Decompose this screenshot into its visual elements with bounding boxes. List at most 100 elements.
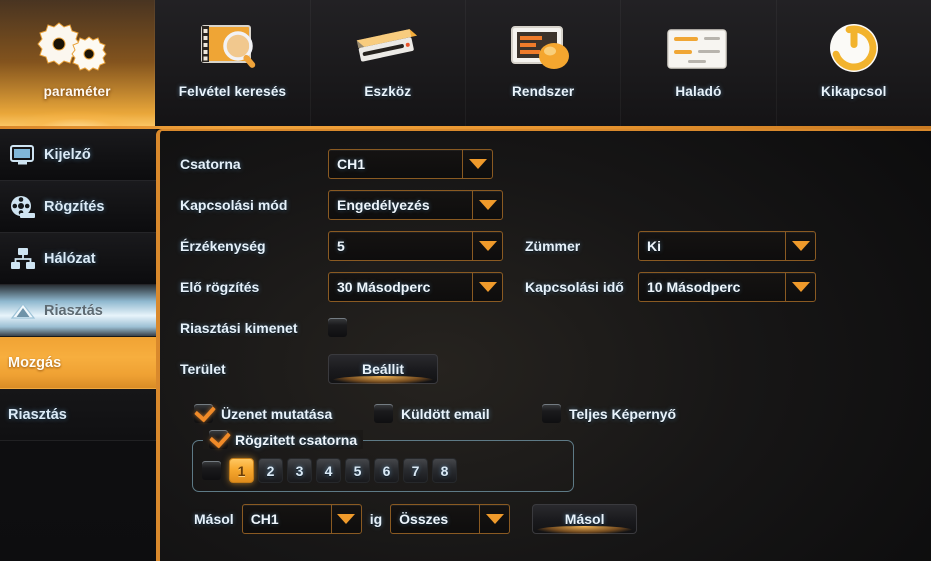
top-navigation-bar: paraméter Felvétel keresés Eszköz Rendsz… (0, 0, 931, 131)
channel-select[interactable]: CH1 (328, 148, 493, 179)
channel-master-checkbox[interactable] (202, 461, 221, 480)
full-screen-option[interactable]: Teljes Képernyő (542, 404, 676, 423)
chevron-down-icon[interactable] (785, 231, 815, 260)
motion-settings-form: Csatorna CH1 Kapcsolási mód Engedélyezés… (180, 143, 920, 534)
chevron-down-icon[interactable] (462, 149, 492, 178)
tab-system[interactable]: Rendszer (466, 0, 622, 129)
area-label: Terület (180, 360, 226, 377)
channel-button-4[interactable]: 4 (316, 458, 341, 483)
sidebar-item-network[interactable]: Hálózat (0, 233, 156, 285)
alarm-output-label: Riasztási kimenet (180, 319, 298, 336)
alarm-output-checkbox[interactable] (328, 318, 347, 337)
record-channel-legend[interactable]: Rögzitett csatorna (203, 430, 364, 449)
send-email-label: Küldött email (401, 405, 490, 422)
sidebar-item-display[interactable]: Kijelző (0, 129, 156, 181)
channel-button-2[interactable]: 2 (258, 458, 283, 483)
tab-recording-search[interactable]: Felvétel keresés (155, 0, 311, 129)
switch-time-value: 10 Másodperc (647, 278, 741, 295)
chevron-down-icon[interactable] (472, 231, 502, 260)
row-notification-options: Üzenet mutatása Küldött email Teljes Kép… (180, 393, 920, 434)
channel-button-8[interactable]: 8 (432, 458, 457, 483)
row-copy: Másol CH1 ig Összes Másol (194, 504, 920, 534)
tab-parameter[interactable]: paraméter (0, 0, 156, 131)
row-area: Terület Beállit (180, 348, 920, 389)
chevron-down-icon[interactable] (472, 272, 502, 301)
channel-selector: 1 2 3 4 5 6 7 8 (202, 458, 457, 483)
full-screen-checkbox[interactable] (542, 404, 561, 423)
full-screen-label: Teljes Képernyő (569, 405, 677, 422)
record-channel-label: Rögzitett csatorna (235, 431, 358, 448)
film-search-icon (196, 12, 268, 84)
chevron-down-icon[interactable] (472, 190, 502, 219)
channel-button-7[interactable]: 7 (403, 458, 428, 483)
sensitivity-select[interactable]: 5 (328, 230, 503, 261)
sidebar-item-alarm[interactable]: Riasztás (0, 285, 156, 337)
network-icon (8, 246, 38, 272)
area-setup-button[interactable]: Beállit (328, 353, 438, 384)
sidebar-subitem-motion[interactable]: Mozgás (0, 337, 156, 389)
sensitivity-value: 5 (337, 237, 345, 254)
switch-mode-value: Engedélyezés (337, 196, 430, 213)
chevron-down-icon[interactable] (479, 505, 509, 533)
copy-from-value: CH1 (250, 511, 279, 527)
send-email-option[interactable]: Küldött email (374, 404, 542, 423)
power-icon (822, 12, 886, 84)
tab-label: Rendszer (511, 84, 575, 99)
sidebar-subitem-alarm[interactable]: Riasztás (0, 389, 156, 441)
pre-record-select[interactable]: 30 Másodperc (328, 271, 503, 302)
switch-time-select[interactable]: 10 Másodperc (638, 271, 816, 302)
tab-advanced[interactable]: Haladó (621, 0, 777, 129)
record-channel-checkbox[interactable] (209, 430, 228, 449)
hard-disk-icon (345, 12, 431, 84)
show-message-label: Üzenet mutatása (221, 405, 333, 422)
row-pre-record: Elő rögzítés 30 Másodperc Kapcsolási idő… (180, 266, 920, 307)
sensitivity-label: Érzékenység (180, 237, 266, 254)
copy-from-select[interactable]: CH1 (241, 504, 362, 534)
copy-to-value: Összes (399, 511, 449, 527)
monitor-icon (8, 142, 38, 168)
pre-record-label: Elő rögzítés (180, 278, 260, 295)
sidebar-subitem-label: Riasztás (8, 406, 67, 423)
gears-icon (29, 12, 125, 84)
tab-label: Kikapcsol (821, 84, 887, 99)
channel-button-5[interactable]: 5 (345, 458, 370, 483)
tab-label: Haladó (675, 84, 722, 99)
show-message-checkbox[interactable] (194, 404, 213, 423)
sidebar-item-recording[interactable]: Rögzítés (0, 181, 156, 233)
send-email-checkbox[interactable] (374, 404, 393, 423)
channel-value: CH1 (337, 155, 366, 172)
sidebar-item-label: Rögzítés (44, 198, 105, 215)
copy-label: Másol (194, 511, 234, 527)
channel-button-1[interactable]: 1 (229, 458, 254, 483)
row-alarm-output: Riasztási kimenet (180, 307, 920, 348)
sidebar-subitem-label: Mozgás (8, 354, 62, 371)
chevron-down-icon[interactable] (785, 272, 815, 301)
chevron-down-icon[interactable] (330, 505, 361, 533)
switch-mode-label: Kapcsolási mód (180, 196, 288, 213)
sidebar-item-label: Hálózat (44, 250, 96, 267)
monitor-info-icon (504, 12, 582, 84)
alarm-shield-icon (8, 298, 38, 324)
tab-label: Eszköz (364, 84, 412, 99)
tab-device[interactable]: Eszköz (311, 0, 466, 129)
copy-to-select[interactable]: Összes (390, 504, 511, 534)
row-channel: Csatorna CH1 (180, 143, 920, 184)
copy-to-label: ig (369, 511, 383, 527)
buzzer-label: Zümmer (525, 237, 581, 254)
sidebar-item-label: Riasztás (44, 302, 103, 319)
tab-shutdown[interactable]: Kikapcsol (777, 0, 931, 129)
copy-button[interactable]: Másol (532, 504, 638, 534)
record-channel-group: Rögzitett csatorna 1 2 3 4 5 6 7 8 (192, 430, 574, 492)
film-reel-icon (8, 194, 38, 220)
sidebar-item-label: Kijelző (44, 146, 91, 163)
switch-mode-select[interactable]: Engedélyezés (328, 189, 503, 220)
pre-record-value: 30 Másodperc (337, 278, 431, 295)
channel-button-3[interactable]: 3 (287, 458, 312, 483)
dvr-settings-screen: paraméter Felvétel keresés Eszköz Rendsz… (0, 0, 931, 561)
channel-button-6[interactable]: 6 (374, 458, 399, 483)
show-message-option[interactable]: Üzenet mutatása (194, 404, 374, 423)
settings-panel: Csatorna CH1 Kapcsolási mód Engedélyezés… (156, 129, 931, 561)
buzzer-select[interactable]: Ki (638, 230, 816, 261)
switch-time-label: Kapcsolási idő (525, 278, 624, 295)
list-panel-icon (660, 12, 736, 84)
